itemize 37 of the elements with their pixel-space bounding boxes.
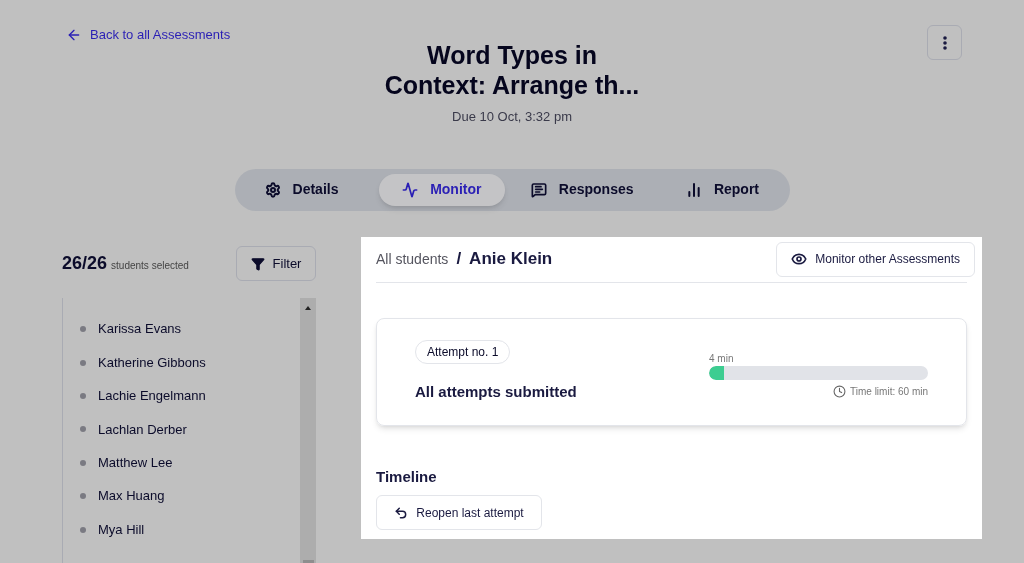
filter-button[interactable]: Filter <box>236 246 316 281</box>
pulse-icon <box>402 181 419 198</box>
student-item[interactable]: Mya Hill <box>63 512 300 547</box>
scrollbar[interactable] <box>300 297 316 563</box>
undo-icon <box>394 505 409 520</box>
timeline-heading: Timeline <box>376 466 438 487</box>
student-item[interactable]: Lachie Engelmann <box>63 379 300 413</box>
tab[interactable]: Report <box>659 173 786 206</box>
selected-count-label: students selected <box>111 259 189 273</box>
student-item[interactable]: Karissa Evans <box>63 312 300 346</box>
back-link[interactable]: Back to all Assessments <box>66 27 231 43</box>
more-icon <box>942 35 947 50</box>
student-item[interactable]: Max Huang <box>63 479 300 513</box>
reopen-attempt-button[interactable]: Reopen last attempt <box>376 495 542 530</box>
student-item[interactable]: Katherine Gibbons <box>63 345 300 380</box>
breadcrumb-link[interactable]: All students <box>376 249 449 271</box>
attempt-status: All attempts submitted <box>415 381 577 402</box>
breadcrumb-separator: / <box>456 248 462 271</box>
selected-count: 26/26 <box>62 252 108 275</box>
more-menu-button[interactable] <box>927 25 962 60</box>
eye-icon <box>791 251 808 267</box>
chat-icon <box>530 181 547 198</box>
tab[interactable]: Responses <box>519 173 646 206</box>
tab[interactable]: Monitor <box>378 173 505 206</box>
monitor-assessments-button[interactable]: Monitor other Assessments <box>776 241 975 277</box>
bar-chart-icon <box>685 181 702 198</box>
due-date: Due 10 Oct, 3:32 pm <box>452 108 572 126</box>
gear-icon <box>264 181 281 198</box>
time-limit: Time limit: 60 min <box>850 384 928 399</box>
student-item[interactable]: Matthew Lee <box>63 446 300 480</box>
clock-icon <box>833 384 846 398</box>
elapsed-time: 4 min <box>709 351 735 366</box>
assessment-title: Word Types in Context: Arrange th... <box>383 40 641 100</box>
student-item[interactable]: Lachlan Derber <box>63 412 300 447</box>
breadcrumb-current: Anie Klein <box>469 248 553 271</box>
filter-icon <box>250 256 265 271</box>
tab[interactable]: Details <box>238 173 365 206</box>
